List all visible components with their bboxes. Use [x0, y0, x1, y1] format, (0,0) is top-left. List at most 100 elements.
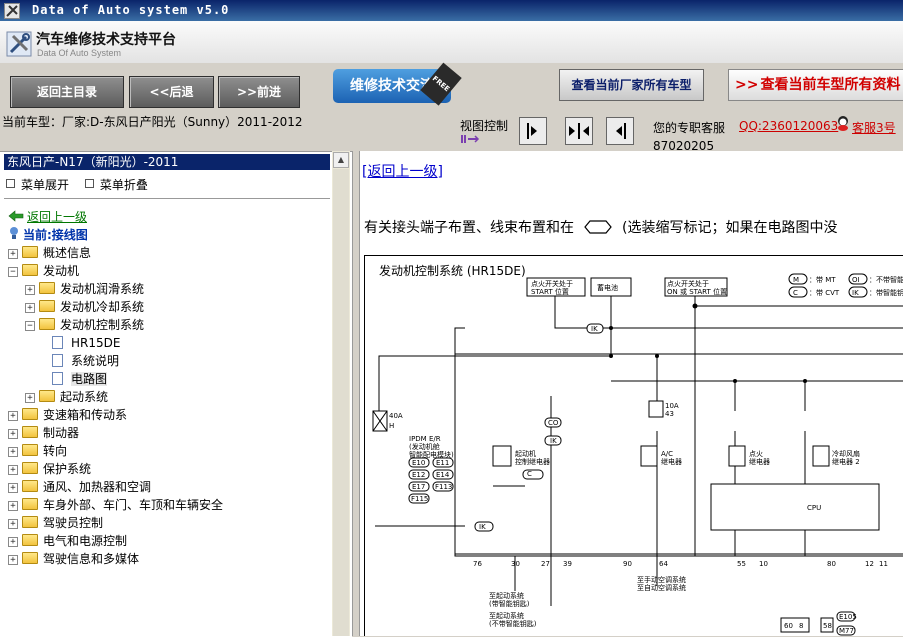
divider [4, 198, 330, 199]
label-e10: E10 [412, 459, 425, 467]
pin-12: 12 [865, 560, 874, 568]
pin-30: 30 [511, 560, 520, 568]
tree-folder-item[interactable]: + 发动机冷却系统 [25, 298, 144, 316]
label-f115: F115 [411, 495, 428, 503]
expand-toggle-icon[interactable]: + [25, 303, 35, 313]
tree-scrollbar[interactable]: ▲ [332, 151, 350, 636]
folder-icon [22, 444, 38, 456]
scroll-up-arrow-icon[interactable]: ▲ [333, 152, 349, 168]
folder-icon [22, 246, 38, 258]
view-split-button[interactable] [565, 117, 593, 145]
expand-all-control[interactable]: 菜单展开 [6, 178, 69, 192]
expand-toggle-icon[interactable]: + [8, 483, 18, 493]
expand-left-icon [616, 123, 626, 139]
pin-39: 39 [563, 560, 572, 568]
pin-11: 11 [879, 560, 888, 568]
tree-folder-item[interactable]: + 通风、加热器和空调 [8, 478, 151, 496]
home-button[interactable]: 返回主目录 [10, 76, 124, 108]
tree-folder-item[interactable]: + 驾驶员控制 [8, 514, 103, 532]
expand-toggle-icon[interactable]: + [8, 465, 18, 475]
tree-folder-item[interactable]: + 制动器 [8, 424, 79, 442]
label-ik-mid: IK [550, 437, 557, 445]
tree-folder-item[interactable]: + 变速箱和传动系 [8, 406, 127, 424]
app-icon [4, 3, 20, 19]
label-fuse-10a: 10A [665, 402, 679, 410]
tree-doc-item[interactable]: 系统说明 [52, 352, 119, 370]
tree-doc-item[interactable]: 电路图 [52, 370, 108, 388]
expand-toggle-icon[interactable]: + [8, 555, 18, 565]
expand-toggle-icon[interactable]: + [8, 537, 18, 547]
expand-toggle-icon[interactable]: + [25, 393, 35, 403]
label-ipdm: IPDM E/R (发动机舱智能配电模块) [409, 435, 454, 459]
legend-m: M [793, 276, 799, 284]
tree-title[interactable]: 东风日产-N17（新阳光）-2011 [4, 154, 330, 170]
tree-folder-item[interactable]: + 起动系统 [25, 388, 108, 406]
tree-folder-item[interactable]: + 发动机润滑系统 [25, 280, 144, 298]
forward-button[interactable]: >>前进 [218, 76, 300, 108]
tree-item-label: 驾驶员控制 [43, 516, 104, 530]
label-e14: E14 [436, 471, 450, 479]
view-expand-right-button[interactable] [519, 117, 547, 145]
label-ac-relay: A/C 继电器 [661, 450, 682, 466]
app-header: 汽车维修技术支持平台 Data Of Auto System [0, 21, 903, 64]
free-badge: FREE [420, 62, 462, 106]
tree-folder-item[interactable]: + 电气和电源控制 [8, 532, 127, 550]
expand-toggle-icon[interactable]: + [8, 429, 18, 439]
app-subtitle: Data Of Auto System [37, 48, 122, 58]
expand-toggle-icon[interactable]: + [8, 501, 18, 511]
tree-folder-item[interactable]: − 发动机 [8, 262, 79, 280]
tree-item-label: 起动系统 [60, 390, 109, 404]
expand-toggle-icon[interactable]: + [8, 447, 18, 457]
label-to-start-1: 至起动系统(带智能钥匙) [489, 591, 530, 608]
view-expand-left-button[interactable] [606, 117, 634, 145]
brand-models-button[interactable]: 查看当前厂家所有车型 [559, 69, 704, 101]
tree-folder-item[interactable]: + 车身外部、车门、车顶和车辆安全 [8, 496, 223, 514]
expand-toggle-icon[interactable]: + [8, 519, 18, 529]
label-fuse-40a: 40A [389, 412, 403, 420]
square-icon [6, 179, 15, 188]
folder-icon [22, 408, 38, 420]
tech-forum-button[interactable]: 维修技术交流 FREE [333, 62, 462, 106]
label-ign-relay: 点火继电器 [749, 450, 770, 466]
tools-logo-icon [6, 31, 32, 57]
customer-service-link[interactable]: 客服3号 [852, 119, 896, 136]
view-control-label: 视图控制 [460, 119, 509, 133]
tree-folder-item[interactable]: + 驾驶信息和多媒体 [8, 550, 139, 568]
tree-folder-item[interactable]: − 发动机控制系统 [25, 316, 144, 334]
content-back-link[interactable]: [返回上一级] [362, 161, 443, 181]
tree-folder-item[interactable]: + 转向 [8, 442, 67, 460]
folder-icon [22, 498, 38, 510]
current-model-text: 当前车型：厂家:D-东风日产阳光（Sunny）2011-2012 [2, 115, 303, 129]
tree-item-label: 制动器 [43, 426, 80, 440]
label-e17: E17 [412, 483, 425, 491]
collapse-toggle-icon[interactable]: − [8, 267, 18, 277]
label-to-start-2: 至起动系统(不带智能钥匙) [489, 611, 537, 628]
back-button[interactable]: <<后退 [129, 76, 214, 108]
window-title-bar[interactable]: Data of Auto system v5.0 [0, 0, 903, 21]
panel-splitter[interactable] [352, 151, 360, 636]
expand-toggle-icon[interactable]: + [8, 411, 18, 421]
tree-item-label: 保护系统 [43, 462, 92, 476]
expand-toggle-icon[interactable]: + [8, 249, 18, 259]
tree-folder-item[interactable]: + 概述信息 [8, 244, 91, 262]
qq-link[interactable]: QQ:2360120063 [739, 119, 838, 133]
folder-icon [22, 426, 38, 438]
folder-icon [39, 300, 55, 312]
pin-58: 58 [823, 622, 832, 630]
legend-c: C [793, 289, 798, 297]
collapse-toggle-icon[interactable]: − [25, 321, 35, 331]
label-fuse-h: H [389, 422, 394, 430]
wiring-diagram: 发动机控制系统 (HR15DE) 点火开关处于 START 位置 蓄电池 点火开… [364, 255, 903, 636]
scroll-thumb[interactable] [333, 169, 349, 636]
label-ik-left: IK [479, 523, 486, 531]
pin-8: 8 [799, 622, 803, 630]
collapse-all-control[interactable]: 菜单折叠 [84, 178, 148, 192]
label-f113: F113 [435, 483, 452, 491]
tree-back-link[interactable]: 返回上一级 [27, 208, 87, 225]
model-docs-button[interactable]: >> 查看当前车型所有资料 [728, 69, 903, 101]
tree-doc-item[interactable]: HR15DE [52, 334, 120, 352]
folder-icon [22, 264, 38, 276]
tree-folder-item[interactable]: + 保护系统 [8, 460, 91, 478]
pin-90: 90 [623, 560, 632, 568]
expand-toggle-icon[interactable]: + [25, 285, 35, 295]
